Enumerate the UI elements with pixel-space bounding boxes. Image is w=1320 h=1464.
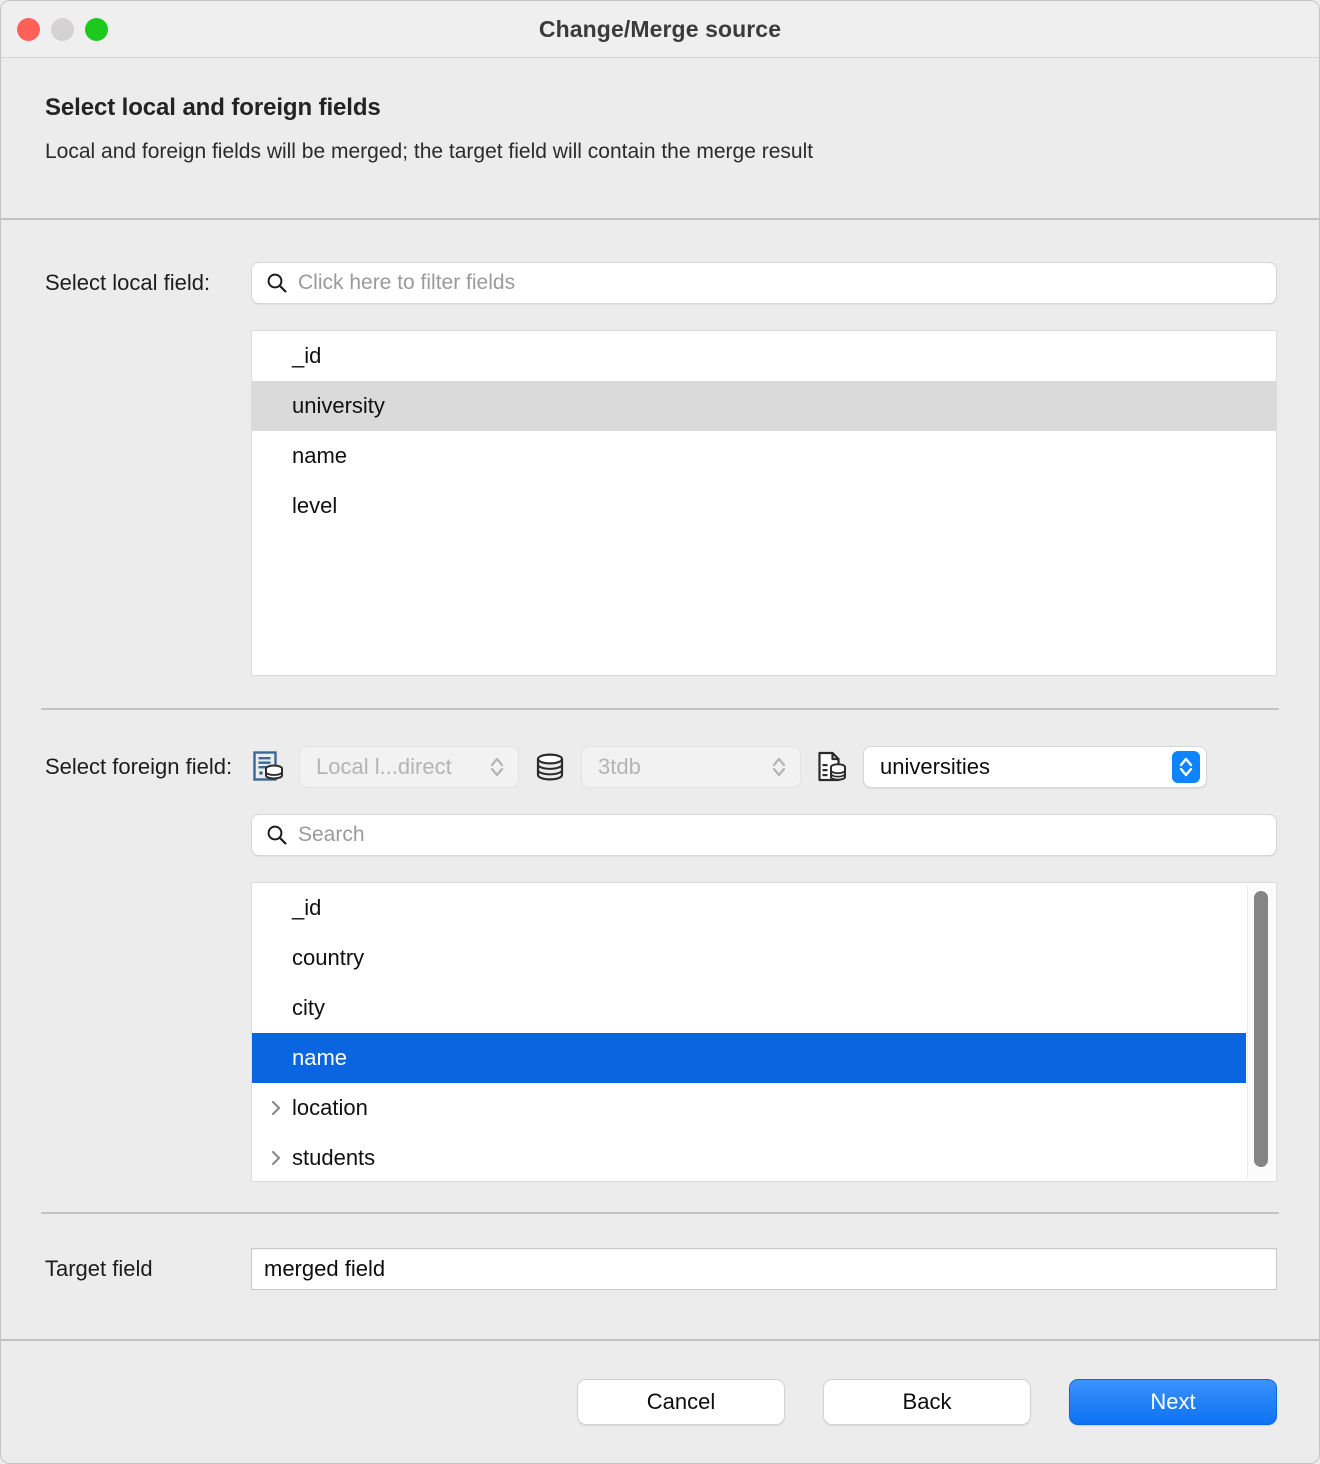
list-item-label: university xyxy=(292,393,385,418)
change-merge-source-dialog: Change/Merge source Select local and for… xyxy=(0,0,1320,1464)
chevron-updown-icon xyxy=(768,752,790,782)
foreign-list-scrollbar[interactable] xyxy=(1247,885,1274,1179)
dialog-footer: Cancel Back Next xyxy=(1,1341,1319,1463)
list-item[interactable]: _id xyxy=(252,883,1246,933)
list-item[interactable]: university xyxy=(252,381,1276,431)
local-field-section: Select local field: Click here to filter… xyxy=(1,262,1319,676)
list-item-label: name xyxy=(292,443,348,468)
list-item[interactable]: city xyxy=(252,983,1246,1033)
page-subtitle: Local and foreign fields will be merged;… xyxy=(45,140,814,163)
target-field-value: merged field xyxy=(264,1256,386,1281)
cancel-button[interactable]: Cancel xyxy=(577,1379,785,1425)
list-item-label: country xyxy=(292,945,365,970)
list-item-label: students xyxy=(292,1145,376,1170)
title-bar: Change/Merge source xyxy=(1,1,1319,58)
foreign-search-placeholder: Search xyxy=(298,823,365,846)
database-icon xyxy=(533,749,567,785)
close-window-button[interactable] xyxy=(17,17,40,41)
list-item[interactable]: students xyxy=(252,1133,1246,1181)
list-item-label: _id xyxy=(292,343,322,368)
list-item-label: location xyxy=(292,1095,368,1120)
target-field-label: Target field xyxy=(45,1256,153,1281)
list-item-label: city xyxy=(292,995,325,1020)
foreign-field-label: Select foreign field: xyxy=(45,754,233,779)
list-item[interactable]: name xyxy=(252,431,1276,481)
target-field-section: Target field merged field xyxy=(1,1248,1319,1290)
collection-select[interactable]: universities xyxy=(863,746,1207,788)
back-button[interactable]: Back xyxy=(823,1379,1031,1425)
database-select-value: 3tdb xyxy=(598,754,641,779)
local-foreign-divider xyxy=(41,708,1279,710)
collection-icon xyxy=(815,749,849,785)
local-filter-input[interactable]: Click here to filter fields xyxy=(251,262,1277,304)
search-icon xyxy=(266,824,288,846)
collection-select-value: universities xyxy=(880,754,991,779)
database-select[interactable]: 3tdb xyxy=(581,746,801,788)
connection-icon xyxy=(251,749,285,785)
local-filter-placeholder: Click here to filter fields xyxy=(298,271,516,294)
chevron-right-icon[interactable] xyxy=(268,1149,284,1167)
minimize-window-button[interactable] xyxy=(51,17,74,41)
foreign-source-selectors: Local l...direct 3tdb universities xyxy=(251,746,1277,788)
next-button[interactable]: Next xyxy=(1069,1379,1277,1425)
scrollbar-thumb[interactable] xyxy=(1254,891,1268,1167)
chevron-updown-icon xyxy=(1172,751,1200,783)
traffic-light-buttons xyxy=(17,1,108,57)
target-field-input[interactable]: merged field xyxy=(251,1248,1277,1290)
page-title: Select local and foreign fields xyxy=(45,94,381,121)
window-title: Change/Merge source xyxy=(538,15,782,42)
list-item-label: name xyxy=(292,1045,348,1070)
list-item[interactable]: name xyxy=(252,1033,1246,1083)
local-field-label: Select local field: xyxy=(45,270,211,295)
foreign-field-list[interactable]: _idcountry city name location students xyxy=(251,882,1277,1182)
target-divider xyxy=(41,1212,1279,1214)
list-item[interactable]: location xyxy=(252,1083,1246,1133)
connection-select[interactable]: Local l...direct xyxy=(299,746,519,788)
list-item[interactable]: level xyxy=(252,481,1276,531)
connection-select-value: Local l...direct xyxy=(316,754,452,779)
zoom-window-button[interactable] xyxy=(85,17,108,41)
local-field-list[interactable]: _id university name level xyxy=(251,330,1277,676)
search-icon xyxy=(266,272,288,294)
list-item-label: level xyxy=(292,493,338,518)
list-item-label: _id xyxy=(292,895,322,920)
dialog-header: Select local and foreign fields Local an… xyxy=(1,58,1319,218)
foreign-search-input[interactable]: Search xyxy=(251,814,1277,856)
chevron-right-icon[interactable] xyxy=(268,1099,284,1117)
list-item[interactable]: _id xyxy=(252,331,1276,381)
chevron-updown-icon xyxy=(486,752,508,782)
header-divider xyxy=(1,218,1319,220)
foreign-field-section: Select foreign field: Local l...direct 3… xyxy=(1,746,1319,1182)
list-item[interactable]: country xyxy=(252,933,1246,983)
